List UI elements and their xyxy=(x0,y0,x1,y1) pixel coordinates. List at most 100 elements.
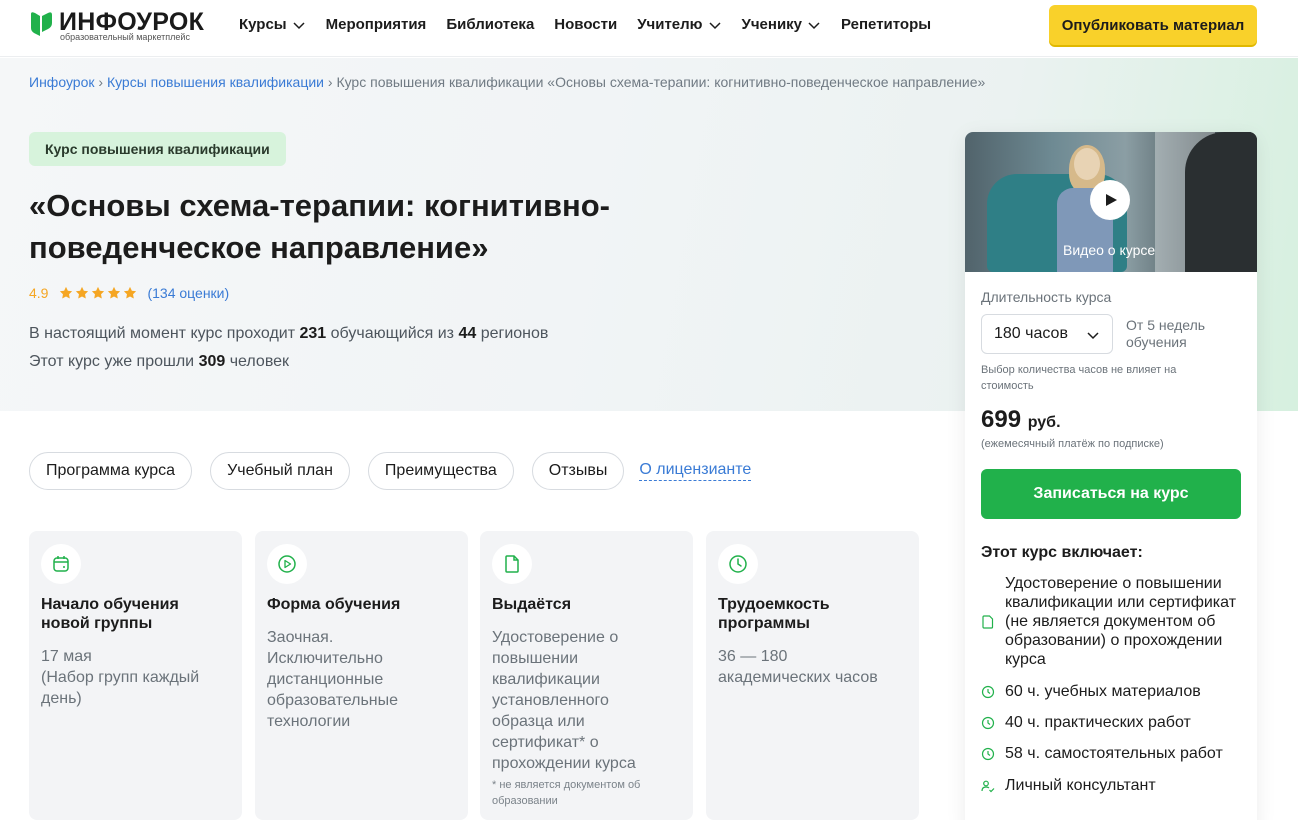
publish-material-button[interactable]: Опубликовать материал xyxy=(1049,5,1257,45)
includes-item: 40 ч. практических работ xyxy=(981,713,1251,732)
nav-item-library[interactable]: Библиотека xyxy=(446,16,534,33)
card-text: 36 — 180 академических часов xyxy=(718,648,878,686)
card-icon-wrap xyxy=(718,544,758,584)
card-title: Трудоемкость программы xyxy=(718,596,830,632)
course-video-preview[interactable]: Видео о курсе xyxy=(965,132,1257,272)
nav-item-events[interactable]: Мероприятия xyxy=(326,16,427,33)
info-card-issued: Выдаётся Удостоверение о повышении квали… xyxy=(480,531,693,820)
completed-count: 309 xyxy=(198,353,226,370)
star-icon xyxy=(92,286,105,299)
price-note: (ежемесячный платёж по подписке) xyxy=(981,438,1164,450)
includes-item: 60 ч. учебных материалов xyxy=(981,682,1251,701)
includes-item: 58 ч. самостоятельных работ xyxy=(981,744,1251,763)
enroll-button[interactable]: Записаться на курс xyxy=(981,469,1241,519)
includes-item-text: 58 ч. самостоятельных работ xyxy=(1005,745,1223,762)
nav-item-label: Учителю xyxy=(637,16,703,33)
completed-students-stat: Этот курс уже прошли 309 человек xyxy=(29,353,289,371)
video-scene-other-person xyxy=(1185,132,1257,272)
site-header: ИНФОУРОК образовательный маркетплейс Кур… xyxy=(0,0,1298,57)
includes-item: Личный консультант xyxy=(981,776,1251,795)
breadcrumb-separator: › xyxy=(327,74,333,90)
nav-item-label: Курсы xyxy=(239,16,287,33)
includes-title: Этот курс включает: xyxy=(981,544,1143,561)
hours-select[interactable]: 180 часов xyxy=(981,314,1113,354)
card-icon-wrap xyxy=(492,544,532,584)
breadcrumb-separator: › xyxy=(98,74,104,90)
current-students-stat: В настоящий момент курс проходит 231 обу… xyxy=(29,325,548,343)
rating-count-link[interactable]: (134 оценки) xyxy=(147,285,229,301)
user-check-icon xyxy=(981,780,995,792)
breadcrumb-link-courses[interactable]: Курсы повышения квалификации xyxy=(107,74,324,90)
tab-curriculum[interactable]: Учебный план xyxy=(210,452,350,490)
card-text: Удостоверение о повышении квалификации у… xyxy=(492,629,636,772)
info-card-start: Начало обучения новой группы 17 мая (Наб… xyxy=(29,531,242,820)
stat-text: В настоящий момент курс проходит xyxy=(29,325,300,342)
chevron-down-icon xyxy=(708,21,721,29)
info-card-format: Форма обучения Заочная. Исключительно ди… xyxy=(255,531,468,820)
duration-label: Длительность курса xyxy=(981,289,1112,305)
info-card-workload: Трудоемкость программы 36 — 180 академич… xyxy=(706,531,919,820)
logo-tagline: образовательный маркетплейс xyxy=(60,32,190,42)
course-rating: 4.9 (134 оценки) xyxy=(29,285,229,301)
tab-advantages[interactable]: Преимущества xyxy=(367,452,514,490)
video-label: Видео о курсе xyxy=(1063,242,1156,258)
includes-item-text: 40 ч. практических работ xyxy=(1005,714,1191,731)
stat-text: обучающийся из xyxy=(326,325,459,342)
includes-item: Удостоверение о повышении квалификации и… xyxy=(981,574,1251,669)
play-video-button[interactable] xyxy=(1090,180,1130,220)
breadcrumb: Инфоурок › Курсы повышения квалификации … xyxy=(29,74,985,90)
card-title: Начало обучения новой группы xyxy=(41,596,179,632)
document-icon xyxy=(982,614,994,629)
nav-item-teacher[interactable]: Учителю xyxy=(637,16,721,33)
clock-icon xyxy=(981,747,995,760)
course-sidebar: Видео о курсе Длительность курса 180 час… xyxy=(965,132,1257,820)
star-icon xyxy=(60,286,73,299)
logo[interactable]: ИНФОУРОК образовательный маркетплейс xyxy=(29,8,219,49)
chevron-down-icon xyxy=(293,21,305,29)
breadcrumb-link-home[interactable]: Инфоурок xyxy=(29,74,94,90)
stat-text: человек xyxy=(225,353,290,370)
nav-item-label: Репетиторы xyxy=(841,16,932,33)
course-type-badge: Курс повышения квалификации xyxy=(29,132,286,166)
clock-icon xyxy=(729,555,747,573)
duration-weeks: От 5 недель обучения xyxy=(1126,317,1206,350)
breadcrumb-current: Курс повышения квалификации «Основы схем… xyxy=(336,74,986,90)
tab-reviews[interactable]: Отзывы xyxy=(531,452,625,490)
course-tabs: Программа курса Учебный план Преимуществ… xyxy=(29,452,752,490)
licensee-link[interactable]: О лицензианте xyxy=(639,461,752,481)
nav-item-courses[interactable]: Курсы xyxy=(239,16,306,33)
main-nav: Курсы Мероприятия Библиотека Новости Учи… xyxy=(239,16,931,33)
stat-text: Этот курс уже прошли xyxy=(29,353,199,370)
includes-item-text: 60 ч. учебных материалов xyxy=(1005,683,1201,700)
nav-item-label: Ученику xyxy=(741,16,803,33)
nav-item-news[interactable]: Новости xyxy=(554,16,617,33)
card-icon-wrap xyxy=(267,544,307,584)
nav-item-label: Новости xyxy=(554,16,618,33)
includes-item-text: Удостоверение о повышении квалификации и… xyxy=(1005,575,1237,668)
nav-item-tutors[interactable]: Репетиторы xyxy=(841,16,931,33)
star-icon xyxy=(76,286,89,299)
star-icon xyxy=(108,286,121,299)
logo-mark-icon xyxy=(31,12,52,36)
course-title: «Основы схема-терапии: когнитивно-поведе… xyxy=(29,188,611,265)
card-text: Заочная. Исключительно дистанционные обр… xyxy=(267,629,399,730)
card-footnote: * не является документом об образовании xyxy=(492,779,641,807)
card-title: Форма обучения xyxy=(267,596,401,613)
calendar-icon xyxy=(53,556,69,572)
tab-program[interactable]: Программа курса xyxy=(29,452,193,490)
rating-stars xyxy=(59,286,137,300)
card-title: Выдаётся xyxy=(492,596,572,613)
nav-item-student[interactable]: Ученику xyxy=(742,16,822,33)
price-currency: руб. xyxy=(1027,414,1061,431)
clock-icon xyxy=(981,685,995,698)
card-icon-wrap xyxy=(41,544,81,584)
nav-item-label: Мероприятия xyxy=(325,16,427,33)
document-icon xyxy=(505,555,519,573)
students-count: 231 xyxy=(299,325,327,342)
chevron-down-icon xyxy=(808,21,820,29)
nav-item-label: Библиотека xyxy=(446,16,535,33)
star-icon xyxy=(124,286,137,299)
stat-text: регионов xyxy=(476,325,549,342)
rating-value: 4.9 xyxy=(29,285,49,301)
hours-select-value: 180 часов xyxy=(994,325,1068,342)
